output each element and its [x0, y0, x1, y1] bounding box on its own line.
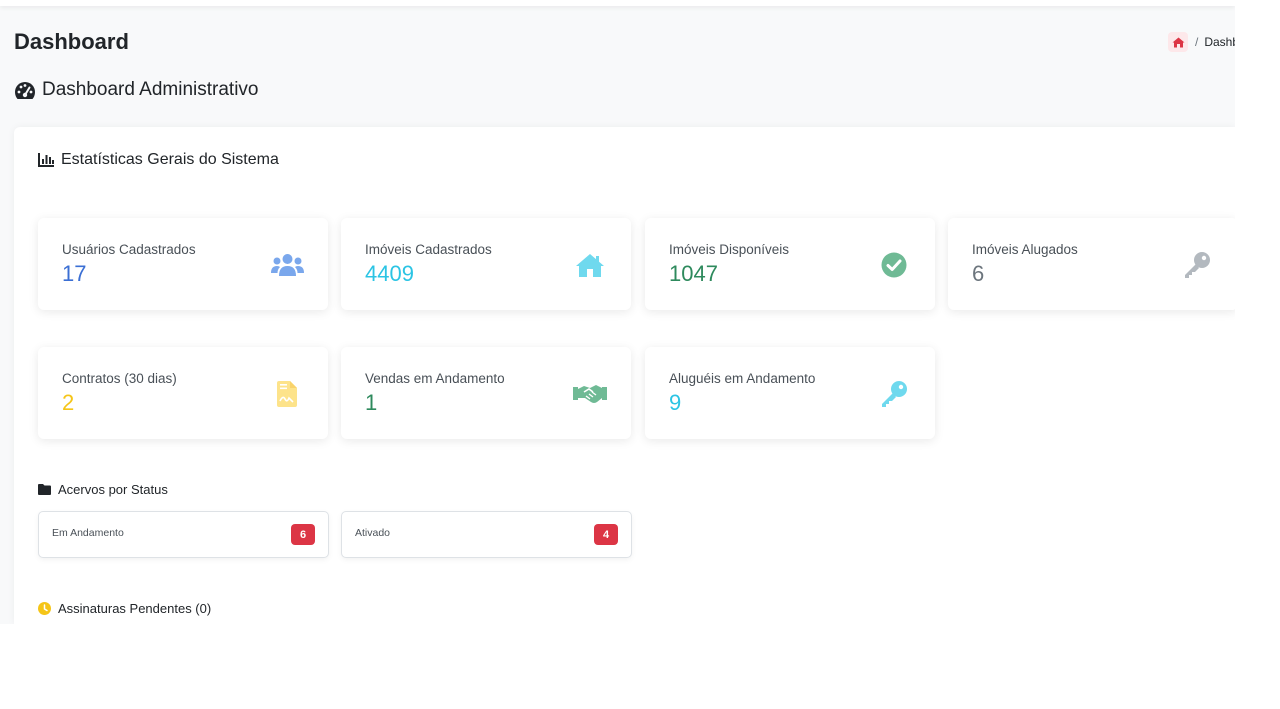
acervo-status-item[interactable]: Ativado 4: [341, 511, 632, 558]
acervos-title: Acervos por Status: [38, 482, 168, 497]
stat-card-label: Imóveis Alugados: [972, 242, 1078, 257]
check-circle-icon: [877, 251, 911, 279]
top-navbar: [0, 0, 1235, 6]
stat-card-imoveis-cadastrados[interactable]: Imóveis Cadastrados 4409: [341, 218, 631, 310]
stat-card-contratos[interactable]: Contratos (30 dias) 2: [38, 347, 328, 439]
breadcrumb: / Dashboard: [1168, 32, 1235, 52]
acervos-title-text: Acervos por Status: [58, 482, 168, 497]
folder-icon: [38, 484, 51, 495]
clock-icon: [38, 602, 51, 615]
assinaturas-title-text: Assinaturas Pendentes (0): [58, 601, 212, 616]
handshake-icon: [573, 380, 607, 408]
stat-card-value: 4409: [365, 261, 414, 286]
key-icon: [877, 380, 911, 408]
stat-card-label: Vendas em Andamento: [365, 371, 505, 386]
status-badge: 4: [594, 524, 618, 545]
section-title: Dashboard Administrativo: [14, 79, 259, 101]
stat-card-imoveis-alugados[interactable]: Imóveis Alugados 6: [948, 218, 1235, 310]
key-icon: [1180, 251, 1214, 279]
stat-card-label: Aluguéis em Andamento: [669, 371, 816, 386]
file-contract-icon: [270, 380, 304, 408]
stats-panel: Estatísticas Gerais do Sistema Usuários …: [14, 127, 1235, 624]
stat-card-label: Contratos (30 dias): [62, 371, 177, 386]
home-icon: [573, 251, 607, 279]
stats-panel-title: Estatísticas Gerais do Sistema: [38, 151, 279, 169]
stat-card-value: 9: [669, 390, 682, 415]
assinaturas-title: Assinaturas Pendentes (0): [38, 601, 211, 616]
breadcrumb-separator: /: [1195, 35, 1199, 49]
stat-card-alugueis[interactable]: Aluguéis em Andamento 9: [645, 347, 935, 439]
section-title-text: Dashboard Administrativo: [42, 79, 259, 100]
stat-card-usuarios[interactable]: Usuários Cadastrados 17: [38, 218, 328, 310]
stat-card-imoveis-disponiveis[interactable]: Imóveis Disponíveis 1047: [645, 218, 935, 310]
acervo-status-label: Ativado: [355, 527, 391, 539]
stat-card-value: 17: [62, 261, 87, 286]
stat-card-value: 1: [365, 390, 378, 415]
breadcrumb-home-link[interactable]: [1168, 32, 1188, 52]
stat-card-value: 6: [972, 261, 985, 286]
stat-card-label: Imóveis Cadastrados: [365, 242, 492, 257]
acervo-status-item[interactable]: Em Andamento 6: [38, 511, 329, 558]
breadcrumb-current: Dashboard: [1204, 35, 1235, 49]
stat-card-value: 2: [62, 390, 75, 415]
stats-panel-title-text: Estatísticas Gerais do Sistema: [61, 151, 279, 168]
dashboard-viewport: Dashboard / Dashboard Dashboard Administ…: [0, 0, 1235, 624]
acervo-status-label: Em Andamento: [52, 527, 124, 539]
users-icon: [270, 251, 304, 279]
stat-card-label: Imóveis Disponíveis: [669, 242, 790, 257]
stat-card-label: Usuários Cadastrados: [62, 242, 196, 257]
status-badge: 6: [291, 524, 315, 545]
home-icon: [1172, 37, 1184, 47]
stat-card-vendas[interactable]: Vendas em Andamento 1: [341, 347, 631, 439]
tachometer-icon: [15, 81, 35, 99]
bar-chart-icon: [38, 153, 54, 167]
page-title: Dashboard: [14, 29, 129, 54]
stat-card-value: 1047: [669, 261, 718, 286]
